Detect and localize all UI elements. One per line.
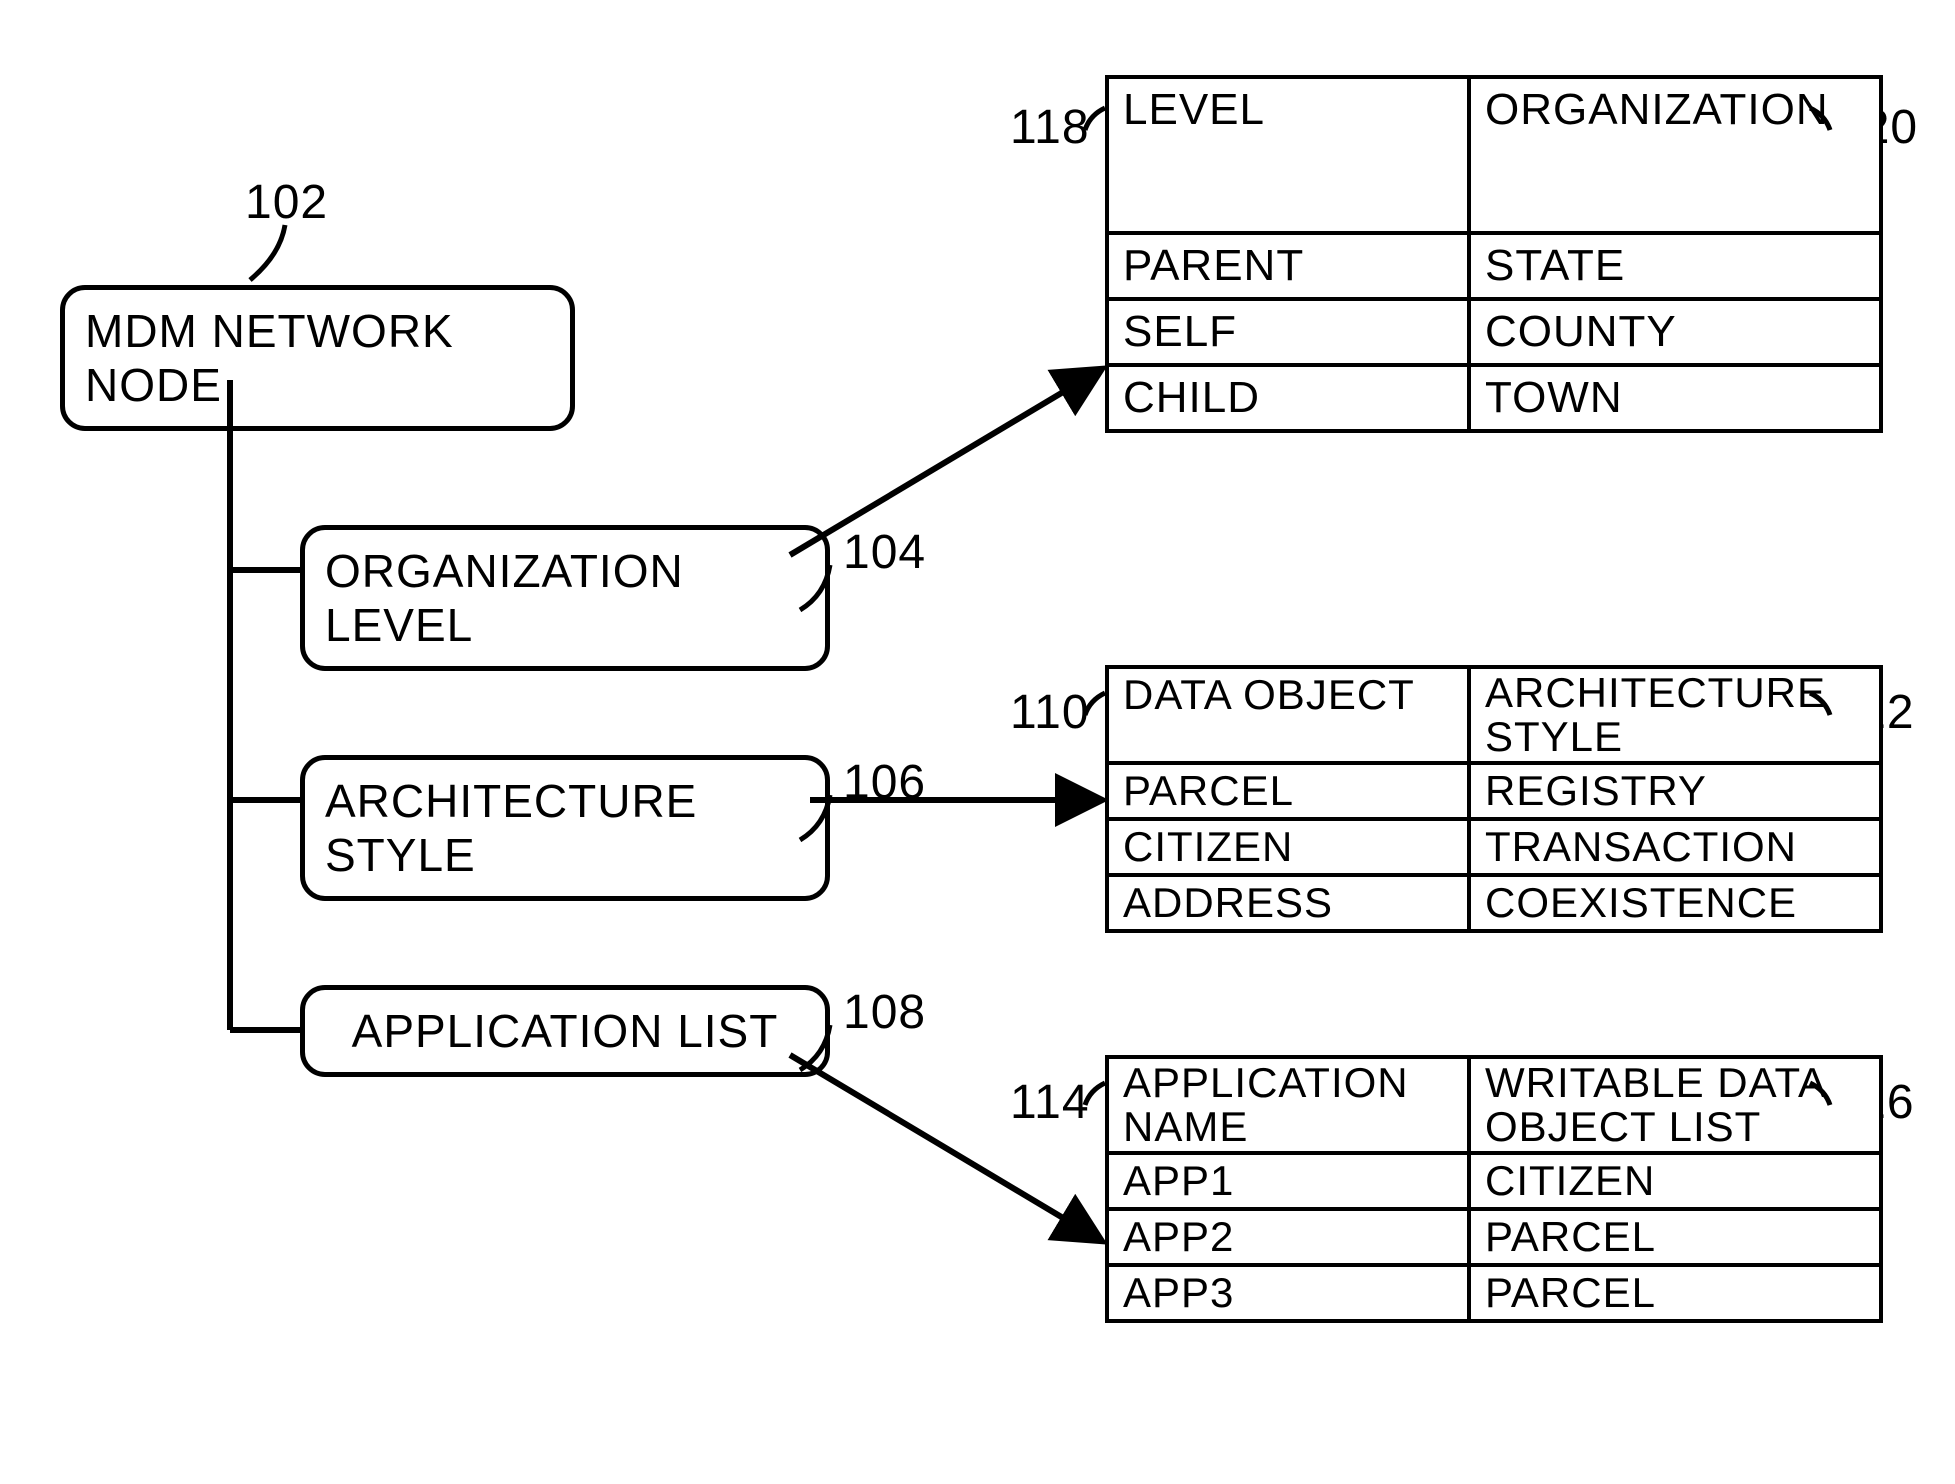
table-organization: LEVEL ORGANIZATION PARENT STATE SELF COU…	[1105, 75, 1883, 433]
ref-118: 118	[1010, 100, 1090, 155]
td: CHILD	[1107, 365, 1469, 431]
table-row: APPLICATION NAME WRITABLE DATA OBJECT LI…	[1107, 1057, 1881, 1153]
table-row: PARENT STATE	[1107, 233, 1881, 299]
node-mdm-network: MDM NETWORK NODE	[60, 285, 575, 431]
node-org-label: ORGANIZATION LEVEL	[325, 544, 805, 652]
td: APP2	[1107, 1209, 1469, 1265]
table-row: PARCEL REGISTRY	[1107, 763, 1881, 819]
text: ARCHITECTURE	[1485, 669, 1826, 716]
node-architecture-style: ARCHITECTURE STYLE	[300, 755, 830, 901]
table-application: APPLICATION NAME WRITABLE DATA OBJECT LI…	[1105, 1055, 1883, 1323]
node-arch-label: ARCHITECTURE STYLE	[325, 774, 805, 882]
ref-114: 114	[1010, 1075, 1090, 1130]
table-row: CITIZEN TRANSACTION	[1107, 819, 1881, 875]
td: ADDRESS	[1107, 875, 1469, 931]
td: STATE	[1469, 233, 1881, 299]
text: STYLE	[1485, 713, 1623, 760]
node-app-label: APPLICATION LIST	[352, 1004, 779, 1058]
th-data-object: DATA OBJECT	[1107, 667, 1469, 763]
node-organization-level: ORGANIZATION LEVEL	[300, 525, 830, 671]
ref-102: 102	[245, 175, 328, 230]
td: APP1	[1107, 1153, 1469, 1209]
table-row: APP1 CITIZEN	[1107, 1153, 1881, 1209]
text: WRITABLE DATA	[1485, 1059, 1827, 1106]
th-arch-style: ARCHITECTURE STYLE	[1469, 667, 1881, 763]
td: TOWN	[1469, 365, 1881, 431]
td: APP3	[1107, 1265, 1469, 1321]
td: REGISTRY	[1469, 763, 1881, 819]
td: PARENT	[1107, 233, 1469, 299]
td: PARCEL	[1469, 1209, 1881, 1265]
text: APPLICATION	[1123, 1059, 1409, 1106]
th-organization: ORGANIZATION	[1469, 77, 1881, 233]
table-row: SELF COUNTY	[1107, 299, 1881, 365]
td: COEXISTENCE	[1469, 875, 1881, 931]
td: COUNTY	[1469, 299, 1881, 365]
table-row: ADDRESS COEXISTENCE	[1107, 875, 1881, 931]
node-mdm-label: MDM NETWORK NODE	[85, 304, 550, 412]
table-row: APP2 PARCEL	[1107, 1209, 1881, 1265]
node-application-list: APPLICATION LIST	[300, 985, 830, 1077]
ref-110: 110	[1010, 685, 1090, 740]
td: CITIZEN	[1107, 819, 1469, 875]
td: SELF	[1107, 299, 1469, 365]
ref-104: 104	[843, 525, 926, 580]
th-level: LEVEL	[1107, 77, 1469, 233]
td: PARCEL	[1107, 763, 1469, 819]
text: NAME	[1123, 1103, 1248, 1150]
text: OBJECT LIST	[1485, 1103, 1761, 1150]
ref-106: 106	[843, 755, 926, 810]
th-app-name: APPLICATION NAME	[1107, 1057, 1469, 1153]
table-row: LEVEL ORGANIZATION	[1107, 77, 1881, 233]
td: PARCEL	[1469, 1265, 1881, 1321]
table-row: CHILD TOWN	[1107, 365, 1881, 431]
ref-108: 108	[843, 985, 926, 1040]
th-writable-list: WRITABLE DATA OBJECT LIST	[1469, 1057, 1881, 1153]
table-architecture: DATA OBJECT ARCHITECTURE STYLE PARCEL RE…	[1105, 665, 1883, 933]
table-row: DATA OBJECT ARCHITECTURE STYLE	[1107, 667, 1881, 763]
table-row: APP3 PARCEL	[1107, 1265, 1881, 1321]
td: TRANSACTION	[1469, 819, 1881, 875]
td: CITIZEN	[1469, 1153, 1881, 1209]
